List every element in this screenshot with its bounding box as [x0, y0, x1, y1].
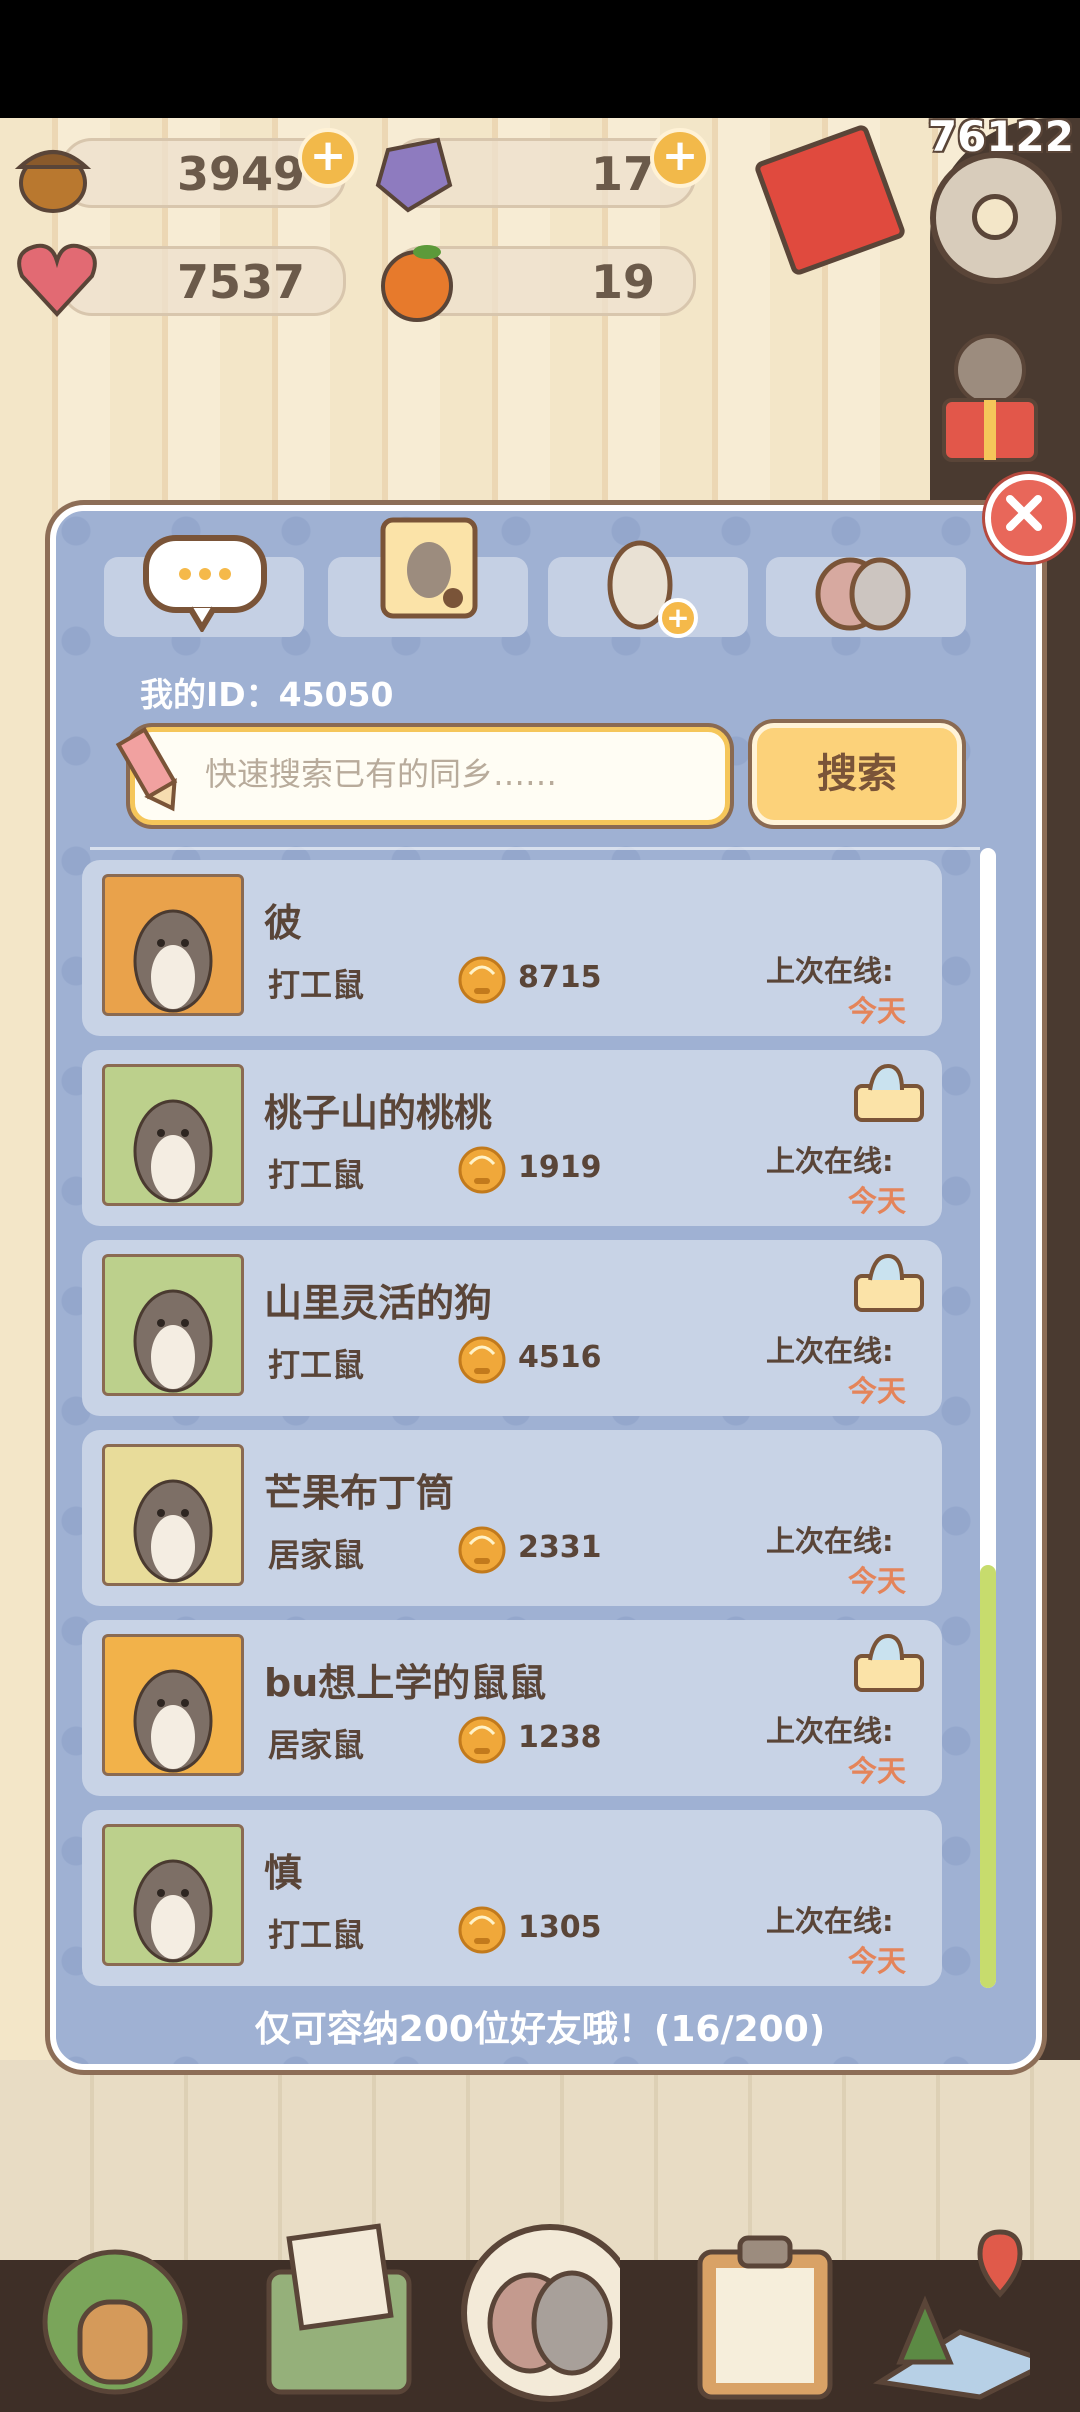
status-bar — [0, 0, 1080, 118]
friend-avatar[interactable] — [102, 874, 244, 1016]
friend-avatar[interactable] — [102, 1444, 244, 1586]
heart-counter: 7537 — [60, 246, 346, 316]
friend-role: 打工鼠 — [268, 1156, 365, 1194]
friend-name: 彼 — [264, 901, 303, 945]
gem-value: 17 — [590, 147, 655, 201]
friend-card[interactable]: bu想上学的鼠鼠居家鼠 1238 上次在线: 今天 — [82, 1620, 942, 1796]
paw-seal-icon[interactable] — [460, 2218, 620, 2408]
friend-name: 慎 — [264, 1851, 303, 1895]
friend-coins: 2331 — [518, 1530, 602, 1565]
search-field[interactable] — [130, 727, 730, 825]
friend-role: 打工鼠 — [268, 1916, 365, 1954]
chat-message-icon[interactable] — [852, 1630, 926, 1696]
bell-coin-icon — [458, 1906, 506, 1954]
friend-coins: 8715 — [518, 960, 602, 995]
svg-text:+: + — [666, 601, 689, 634]
gem-icon — [375, 137, 453, 213]
orange-icon — [381, 245, 453, 322]
scrollbar-thumb[interactable] — [980, 1565, 996, 1988]
friend-coins: 1919 — [518, 1150, 602, 1185]
gem-plus-button[interactable]: + — [650, 128, 710, 188]
friend-avatar[interactable] — [102, 1634, 244, 1776]
acorn-icon — [14, 150, 92, 213]
chat-message-icon[interactable] — [852, 1250, 926, 1316]
capacity-text: 仅可容纳200位好友哦！(16/200) — [254, 2009, 826, 2050]
friend-avatar[interactable] — [102, 1824, 244, 1966]
friend-role: 打工鼠 — [268, 966, 365, 1004]
acorn-value: 3949 — [176, 147, 305, 201]
friend-name: 桃子山的桃桃 — [264, 1091, 493, 1135]
friend-name: 芒果布丁筒 — [264, 1471, 455, 1515]
friend-name: bu想上学的鼠鼠 — [264, 1661, 547, 1705]
letter-icon[interactable] — [255, 2212, 415, 2402]
last-online-value: 今天 — [848, 1944, 907, 1978]
last-online-value: 今天 — [848, 1754, 907, 1788]
friend-card[interactable]: 山里灵活的狗打工鼠 4516 上次在线: 今天 — [82, 1240, 942, 1416]
last-online-label: 上次在线: — [766, 1524, 894, 1558]
friend-card[interactable]: 慎打工鼠 1305 上次在线: 今天 — [82, 1810, 942, 1986]
last-online-value: 今天 — [848, 1374, 907, 1408]
friend-card[interactable]: 芒果布丁筒居家鼠 2331 上次在线: 今天 — [82, 1430, 942, 1606]
map-icon[interactable] — [870, 2212, 1030, 2402]
friend-coins: 1305 — [518, 1910, 602, 1945]
divider — [90, 847, 980, 850]
friend-coins: 1238 — [518, 1720, 602, 1755]
bell-coin-icon — [458, 1336, 506, 1384]
chat-message-icon[interactable] — [852, 1060, 926, 1126]
close-button[interactable] — [985, 474, 1073, 562]
last-online-label: 上次在线: — [766, 954, 894, 988]
friend-role: 居家鼠 — [268, 1726, 365, 1764]
bell-coin-icon — [458, 1526, 506, 1574]
heart-value: 7537 — [176, 255, 305, 309]
friend-card[interactable]: 桃子山的桃桃打工鼠 1919 上次在线: 今天 — [82, 1050, 942, 1226]
friend-avatar[interactable] — [102, 1064, 244, 1206]
friend-role: 居家鼠 — [268, 1536, 365, 1574]
friend-role: 打工鼠 — [268, 1346, 365, 1384]
bell-coin-icon — [458, 1716, 506, 1764]
pencil-icon — [115, 726, 178, 812]
add-friend-icon: + — [607, 540, 698, 638]
friend-coins: 4516 — [518, 1340, 602, 1375]
search-button[interactable]: 搜索 — [752, 723, 962, 825]
last-online-label: 上次在线: — [766, 1714, 894, 1748]
clipboard-icon[interactable] — [690, 2212, 850, 2402]
heart-icon — [17, 243, 97, 317]
gift-sloth-icon[interactable] — [930, 330, 1050, 470]
house-icon[interactable] — [30, 2212, 190, 2402]
my-id: 我的ID：45050 — [140, 675, 394, 714]
last-online-label: 上次在线: — [766, 1144, 894, 1178]
search-input[interactable] — [203, 742, 707, 806]
paw-icon — [815, 557, 911, 631]
close-icon — [1006, 495, 1042, 531]
last-online-label: 上次在线: — [766, 1904, 894, 1938]
chat-bubble-icon — [143, 535, 267, 632]
bell-coin-icon — [458, 1146, 506, 1194]
last-online-value: 今天 — [848, 994, 907, 1028]
last-online-value: 今天 — [848, 1564, 907, 1598]
friend-notebook-icon — [380, 517, 478, 619]
friend-name: 山里灵活的狗 — [264, 1281, 493, 1325]
last-online-label: 上次在线: — [766, 1334, 894, 1368]
bell-coin-icon — [458, 956, 506, 1004]
friend-avatar[interactable] — [102, 1254, 244, 1396]
orange-value: 19 — [590, 255, 655, 309]
acorn-plus-button[interactable]: + — [298, 128, 358, 188]
settings-gear-icon[interactable] — [930, 152, 1062, 284]
last-online-value: 今天 — [848, 1184, 907, 1218]
friend-card[interactable]: 彼打工鼠 8715 上次在线: 今天 — [82, 860, 942, 1036]
